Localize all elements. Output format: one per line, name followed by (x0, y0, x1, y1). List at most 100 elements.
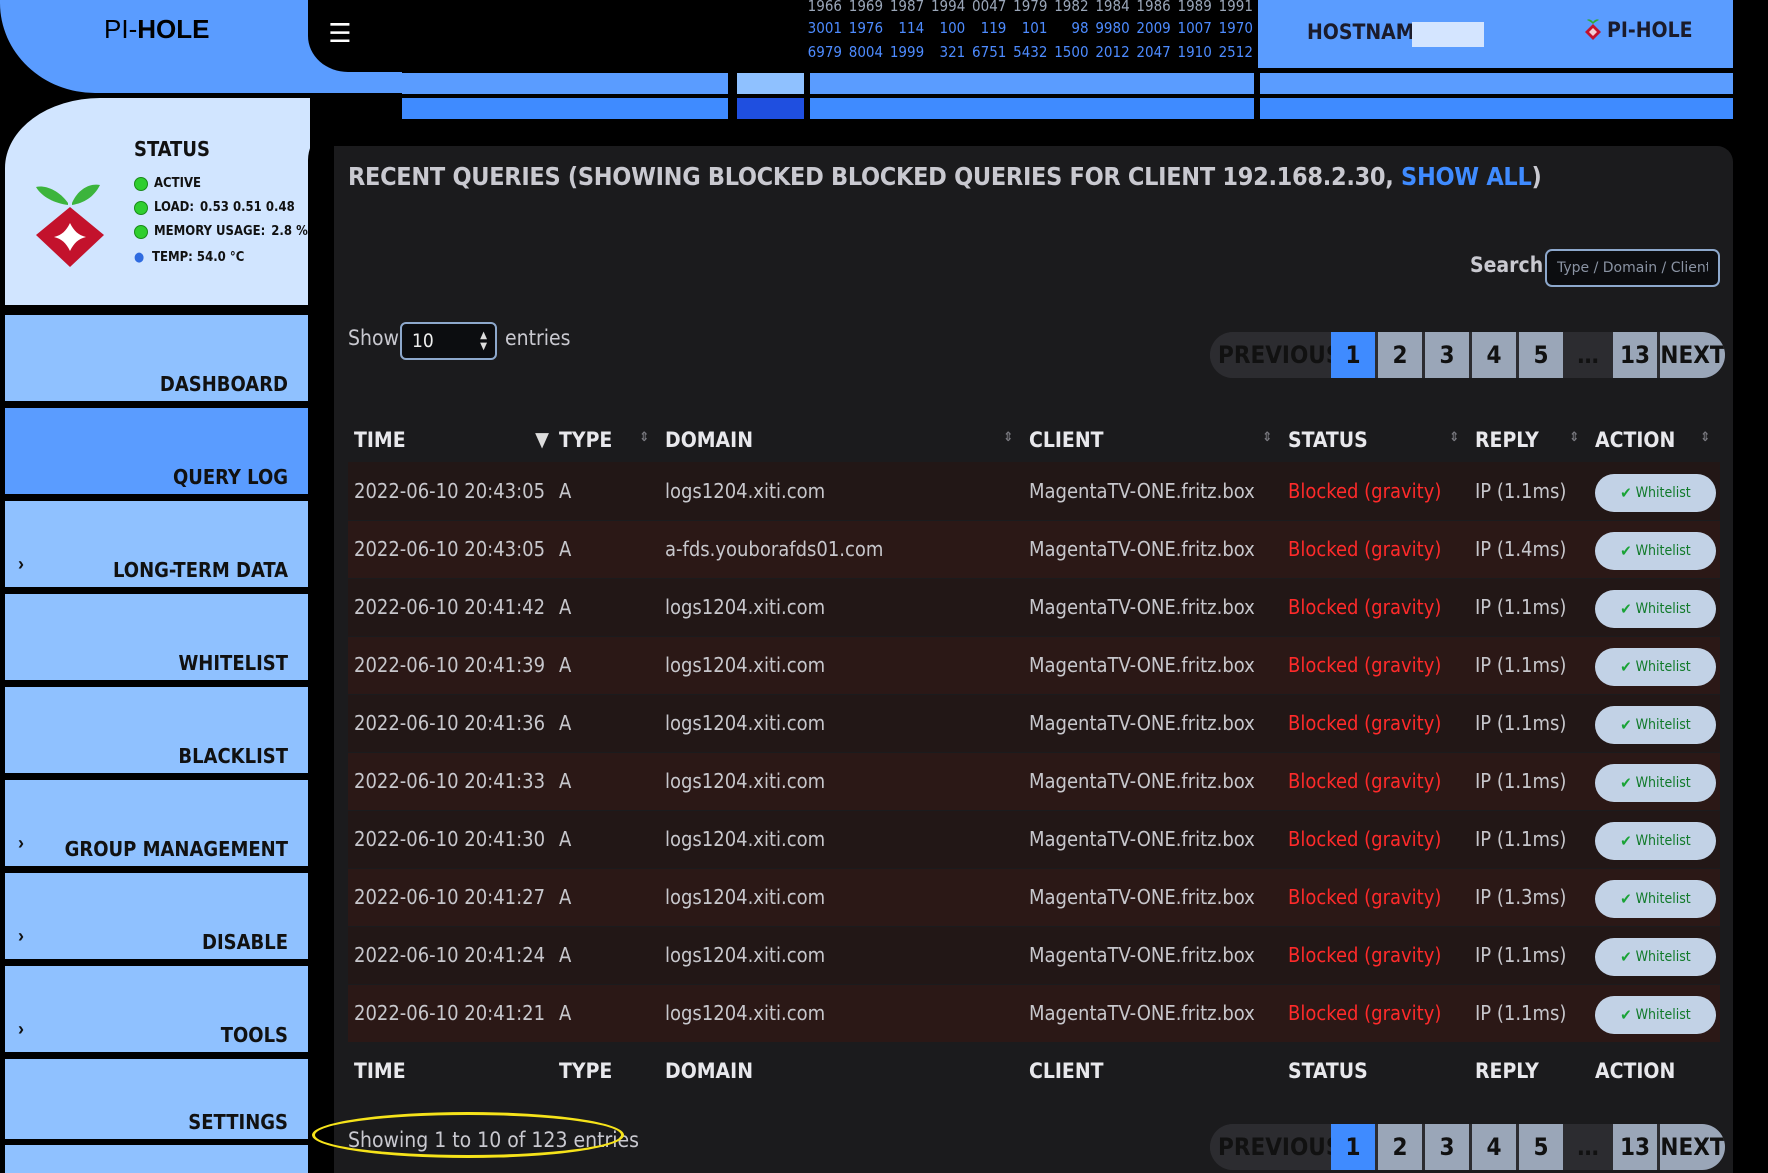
checkmark-icon: ✔ (1620, 542, 1632, 560)
header-number: 1007 (1177, 19, 1212, 37)
page-button-3[interactable]: 3 (1425, 332, 1469, 378)
column-header-label: ACTION (1595, 428, 1676, 452)
show-all-link[interactable]: SHOW ALL (1401, 162, 1532, 191)
previous-button[interactable]: PREVIOUS (1210, 1124, 1341, 1170)
sidebar-item-settings[interactable]: SETTINGS (5, 1059, 310, 1139)
header-stripe (737, 73, 804, 94)
sidebar-item-blacklist[interactable]: BLACKLIST (5, 687, 310, 773)
cell-status: Blocked (gravity) (1288, 769, 1442, 793)
header-number: 1970 (1218, 19, 1253, 37)
search-input[interactable] (1545, 249, 1720, 287)
whitelist-button[interactable]: ✔ Whitelist (1595, 590, 1716, 628)
whitelist-button[interactable]: ✔ Whitelist (1595, 880, 1716, 918)
cell-domain: logs1204.xiti.com (665, 769, 826, 793)
sidebar-item-label: SETTINGS (188, 1110, 288, 1134)
next-button[interactable]: NEXT (1660, 1124, 1725, 1170)
whitelist-button[interactable]: ✔ Whitelist (1595, 938, 1716, 976)
table-row: 2022-06-10 20:41:21 Alogs1204.xiti.com Mag… (348, 984, 1720, 1042)
page-button-2[interactable]: 2 (1378, 1124, 1422, 1170)
query-table: TIME ▼ TYPE ⇕ DOMAIN ⇕ CLIENT ⇕ STATUS ⇕ REPLY ⇕ ACT… (348, 418, 1720, 1100)
whitelist-label: Whitelist (1635, 484, 1691, 501)
cell-type: A (559, 769, 572, 793)
page-button-4[interactable]: 4 (1472, 1124, 1516, 1170)
page-button-5[interactable]: 5 (1519, 1124, 1563, 1170)
table-row: 2022-06-10 20:41:33 Alogs1204.xiti.com Mag… (348, 752, 1720, 810)
cell-reply: IP (1.1ms) (1475, 769, 1567, 793)
table-row: 2022-06-10 20:43:05 Alogs1204.xiti.com Mag… (348, 462, 1720, 520)
header-stripe (402, 98, 728, 119)
droplet-icon: ● (134, 249, 145, 265)
whitelist-button[interactable]: ✔ Whitelist (1595, 648, 1716, 686)
entries-select[interactable]: 10 ▲ ▼ (400, 322, 497, 360)
whitelist-button[interactable]: ✔ Whitelist (1595, 706, 1716, 744)
column-header-reply[interactable]: REPLY ⇕ (1469, 418, 1589, 462)
cell-action: ✔ Whitelist (1589, 462, 1720, 520)
sidebar-item-long-term-data[interactable]: › LONG-TERM DATA (5, 501, 310, 587)
checkmark-icon: ✔ (1620, 1006, 1632, 1024)
next-button[interactable]: NEXT (1660, 332, 1725, 378)
header-number: 3001 (807, 19, 842, 37)
column-header-status[interactable]: STATUS ⇕ (1282, 418, 1469, 462)
page-button-5[interactable]: 5 (1519, 332, 1563, 378)
sidebar-item-tools[interactable]: › TOOLS (5, 966, 310, 1052)
column-header-client[interactable]: CLIENT ⇕ (1023, 418, 1282, 462)
checkmark-icon: ✔ (1620, 890, 1632, 908)
whitelist-button[interactable]: ✔ Whitelist (1595, 473, 1716, 512)
header-number-row: 1966 1969 1987 1994 0047 1979 1982 1984 1986 1989… (805, 0, 1253, 16)
header-number: 1999 (889, 43, 925, 61)
header-number: 119 (980, 19, 1007, 37)
page-button-13[interactable]: 13 (1613, 332, 1657, 378)
cell-reply: IP (1.1ms) (1475, 1001, 1567, 1025)
checkmark-icon: ✔ (1620, 658, 1632, 676)
header-stripe (737, 98, 804, 119)
sidebar-item-query-log[interactable]: QUERY LOG (5, 408, 310, 494)
column-header-action[interactable]: ACTION ⇕ (1589, 418, 1720, 462)
cell-domain: logs1204.xiti.com (665, 653, 826, 677)
whitelist-button[interactable]: ✔ Whitelist (1595, 764, 1716, 802)
app-logo[interactable]: PI-HOLE (104, 14, 209, 45)
sidebar-bottom-strip (5, 1145, 310, 1173)
header-number: 1989 (1177, 0, 1212, 15)
whitelist-button[interactable]: ✔ Whitelist (1595, 996, 1716, 1034)
chevron-right-icon: › (18, 554, 24, 574)
column-header-domain[interactable]: DOMAIN ⇕ (659, 418, 1023, 462)
sidebar-item-dashboard[interactable]: DASHBOARD (5, 315, 310, 401)
status-active: ACTIVE (134, 176, 201, 191)
header-number: 2012 (1095, 43, 1130, 61)
header-number-row: 6979 8004 1999 321 6751 5432 1500 2012 2047 1910 2… (805, 40, 1253, 64)
page-button-13[interactable]: 13 (1613, 1124, 1657, 1170)
header-number: 9980 (1095, 19, 1130, 37)
cell-time: 2022-06-10 20:43:05 (354, 537, 546, 561)
header-number: 2512 (1218, 43, 1253, 61)
chevron-right-icon: › (18, 833, 24, 853)
cell-client: MagentaTV-ONE.fritz.box (1029, 885, 1255, 909)
header-number: 1979 (1013, 0, 1048, 15)
column-header-time[interactable]: TIME ▼ (348, 418, 553, 462)
page-button-1[interactable]: 1 (1331, 1124, 1375, 1170)
previous-button[interactable]: PREVIOUS (1210, 332, 1341, 378)
checkmark-icon: ✔ (1620, 483, 1632, 502)
page-button-3[interactable]: 3 (1425, 1124, 1469, 1170)
header-stripe (810, 73, 1254, 94)
hamburger-icon[interactable]: ☰ (325, 18, 355, 48)
header-number: 98 (1071, 19, 1089, 37)
cell-action: ✔ Whitelist (1589, 810, 1720, 868)
page-button-1[interactable]: 1 (1331, 332, 1375, 378)
column-header-label: REPLY (1475, 428, 1539, 452)
cell-time: 2022-06-10 20:41:30 (354, 827, 546, 851)
column-footer-action: ACTION (1595, 1059, 1676, 1084)
whitelist-button[interactable]: ✔ Whitelist (1595, 822, 1716, 860)
cell-domain: logs1204.xiti.com (665, 478, 826, 503)
cell-status: Blocked (gravity) (1288, 595, 1442, 619)
header-number: 1982 (1054, 0, 1089, 15)
cell-type: A (559, 943, 572, 967)
sidebar-item-whitelist[interactable]: WHITELIST (5, 594, 310, 680)
page-button-4[interactable]: 4 (1472, 332, 1516, 378)
status-dot-icon (134, 224, 148, 239)
column-header-type[interactable]: TYPE ⇕ (553, 418, 659, 462)
sidebar-item-group-management[interactable]: › GROUP MANAGEMENT (5, 780, 310, 866)
sidebar-item-disable[interactable]: › DISABLE (5, 873, 310, 959)
whitelist-button[interactable]: ✔ Whitelist (1595, 532, 1716, 570)
cell-client: MagentaTV-ONE.fritz.box (1029, 595, 1255, 619)
page-button-2[interactable]: 2 (1378, 332, 1422, 378)
